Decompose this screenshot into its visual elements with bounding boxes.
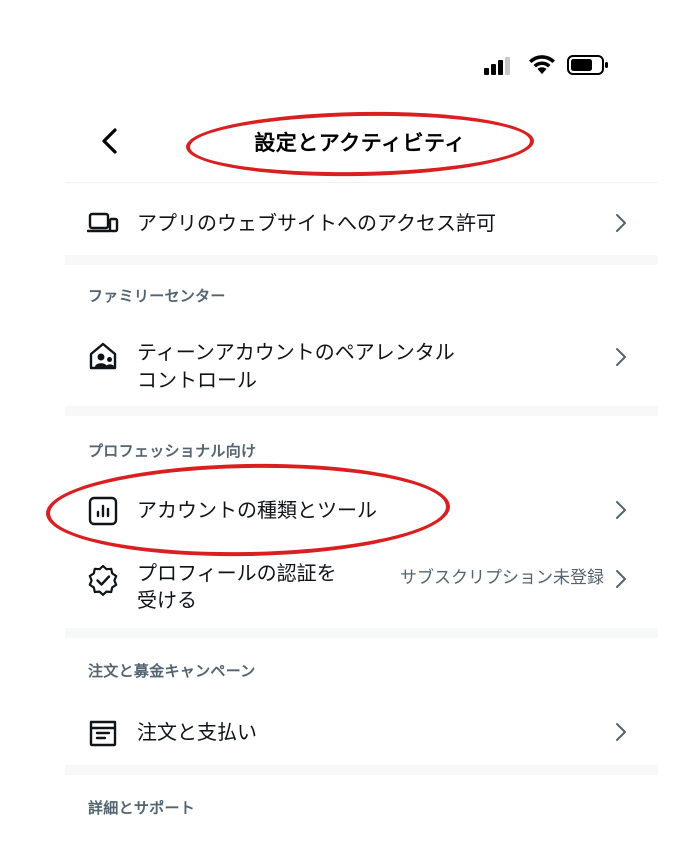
orders-and-payments-label: 注文と支払い	[137, 720, 257, 744]
header: 設定とアクティビティ	[0, 100, 675, 180]
profile-verification-row[interactable]: プロフィールの認証を 受ける サブスクリプション未登録	[65, 554, 658, 620]
app-website-access-row[interactable]: アプリのウェブサイトへのアクセス許可	[65, 198, 658, 250]
chevron-right-icon	[616, 348, 626, 366]
chevron-right-icon	[616, 723, 626, 741]
account-type-and-tools-row[interactable]: アカウントの種類とツール	[65, 484, 658, 538]
teen-parental-control-label-line1: ティーンアカウントのペアレンタル	[137, 340, 455, 364]
app-website-access-label: アプリのウェブサイトへのアクセス許可	[137, 211, 496, 235]
page-title: 設定とアクティビティ	[254, 131, 466, 155]
section-header-family-center: ファミリーセンター	[88, 287, 226, 305]
teen-parental-control-label-line2: コントロール	[137, 368, 257, 392]
divider	[65, 182, 658, 183]
section-header-professional: プロフェッショナル向け	[88, 442, 257, 460]
section-header-orders-fundraising: 注文と募金キャンペーン	[88, 662, 256, 680]
account-type-and-tools-label: アカウントの種類とツール	[137, 498, 377, 522]
section-separator	[65, 765, 658, 775]
battery-icon	[567, 55, 608, 75]
verified-badge-icon	[88, 564, 118, 596]
wifi-icon	[529, 55, 555, 74]
section-separator	[65, 406, 658, 416]
subscription-status-value: サブスクリプション未登録	[400, 568, 604, 588]
devices-icon	[87, 212, 119, 233]
orders-and-payments-row[interactable]: 注文と支払い	[65, 706, 658, 760]
profile-verification-label-line2: 受ける	[137, 588, 197, 612]
teen-parental-control-row[interactable]: ティーンアカウントのペアレンタル コントロール	[65, 330, 658, 398]
chevron-right-icon	[616, 501, 626, 519]
cellular-signal-icon	[484, 57, 510, 75]
chevron-right-icon	[616, 570, 626, 588]
section-separator	[65, 628, 658, 638]
family-home-icon	[89, 342, 117, 370]
status-bar	[0, 0, 675, 75]
profile-verification-label-line1: プロフィールの認証を	[137, 561, 337, 585]
analytics-icon	[88, 496, 118, 526]
receipt-icon	[89, 720, 117, 747]
section-separator	[65, 255, 658, 265]
chevron-right-icon	[616, 214, 626, 232]
section-header-details-support: 詳細とサポート	[88, 799, 196, 817]
